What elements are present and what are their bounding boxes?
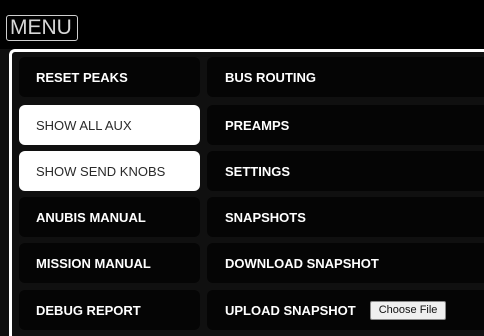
reset-peaks-button[interactable]: RESET PEAKS (19, 57, 200, 97)
choose-file-button[interactable]: Choose File (369, 300, 447, 320)
mission-manual-button[interactable]: MISSION MANUAL (19, 243, 200, 283)
menu-header: MENU (0, 0, 484, 49)
settings-button[interactable]: SETTINGS (207, 151, 484, 191)
anubis-manual-button[interactable]: ANUBIS MANUAL (19, 197, 200, 237)
menu-title[interactable]: MENU (6, 15, 78, 41)
download-snapshot-button[interactable]: DOWNLOAD SNAPSHOT (207, 243, 484, 283)
snapshots-button[interactable]: SNAPSHOTS (207, 197, 484, 237)
debug-report-button[interactable]: DEBUG REPORT (19, 290, 200, 330)
preamps-button[interactable]: PREAMPS (207, 105, 484, 145)
upload-snapshot-button[interactable]: UPLOAD SNAPSHOT Choose File (207, 290, 484, 330)
bus-routing-button[interactable]: BUS ROUTING (207, 57, 484, 97)
upload-snapshot-label: UPLOAD SNAPSHOT (225, 302, 356, 318)
show-all-aux-button[interactable]: SHOW ALL AUX (19, 105, 200, 145)
show-send-knobs-button[interactable]: SHOW SEND KNOBS (19, 151, 200, 191)
